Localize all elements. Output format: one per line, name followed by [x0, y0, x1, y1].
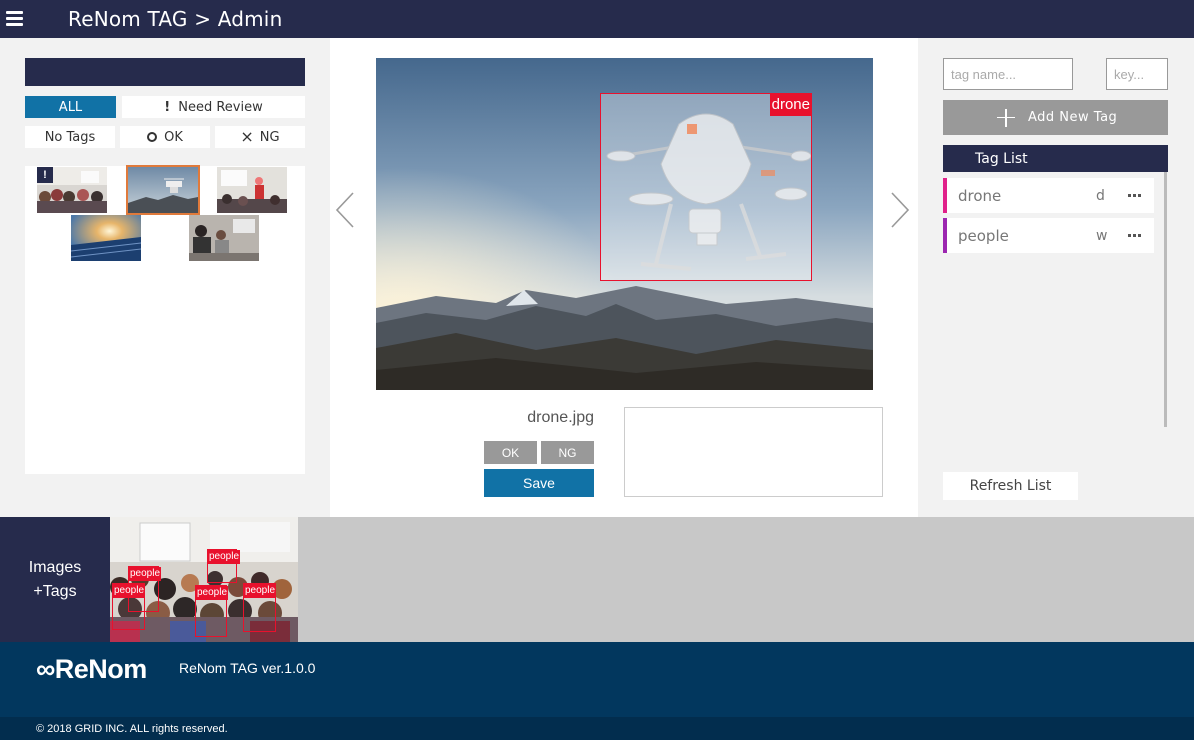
thumbnail-classroom[interactable]: [217, 167, 287, 213]
drone-shape: [606, 113, 811, 271]
filename-label: drone.jpg: [527, 409, 594, 426]
filter-all-button[interactable]: ALL: [25, 96, 116, 118]
tag-item-people[interactable]: people w: [943, 218, 1154, 253]
add-new-tag-button[interactable]: Add New Tag: [943, 100, 1168, 135]
more-options-icon[interactable]: [1128, 194, 1141, 197]
people-bbox[interactable]: people: [243, 583, 277, 632]
filter-ok-button[interactable]: OK: [120, 126, 210, 148]
exclamation-icon: !: [164, 99, 171, 115]
filter-all-label: ALL: [58, 99, 83, 115]
chevron-left-icon[interactable]: [334, 191, 356, 229]
tag-name: people: [958, 226, 1009, 245]
people-bbox[interactable]: people: [195, 585, 229, 637]
chevron-right-icon[interactable]: [889, 191, 911, 229]
bounding-box-drone[interactable]: drone: [600, 93, 812, 281]
thumbnail-drone[interactable]: [126, 165, 200, 215]
tag-color-bar: [943, 218, 947, 253]
people-bbox-label: people: [208, 550, 241, 564]
thumbnail-solar-image: [71, 215, 141, 261]
images-tags-label: Images +Tags: [0, 517, 110, 642]
page-title: ReNom TAG > Admin: [68, 7, 283, 31]
tag-color-bar: [943, 178, 947, 213]
thumbnail-drone-image: [128, 167, 198, 213]
ok-button[interactable]: OK: [484, 441, 537, 464]
needs-review-badge: !: [37, 167, 53, 183]
save-button[interactable]: Save: [484, 469, 594, 497]
thumbnail-solar[interactable]: [71, 215, 141, 261]
people-bbox-label: people: [113, 584, 146, 598]
version-label: ReNom TAG ver.1.0.0: [179, 660, 316, 676]
thumbnail-classroom-image: [217, 167, 287, 213]
renom-logo: ∞ReNom: [36, 654, 147, 684]
add-new-tag-label: Add New Tag: [1028, 110, 1118, 125]
thumbnail-meeting[interactable]: [189, 215, 259, 261]
people-bbox-label: people: [129, 567, 162, 581]
people-bbox[interactable]: people: [207, 549, 241, 583]
filter-ng-label: NG: [259, 129, 280, 145]
app-header: ReNom TAG > Admin: [0, 0, 1194, 38]
images-tags-label-line1: Images: [28, 558, 82, 576]
tag-item-drone[interactable]: drone d: [943, 178, 1154, 213]
filter-ok-label: OK: [164, 129, 183, 145]
people-bbox-label: people: [244, 584, 277, 598]
filter-no-tags-label: No Tags: [44, 129, 96, 145]
comment-textarea[interactable]: [624, 407, 883, 497]
thumbnail-meeting-image: [189, 215, 259, 261]
plus-icon: [997, 108, 1015, 127]
close-icon: ×: [240, 127, 254, 146]
filter-header-bar: [25, 58, 305, 86]
tag-list-scrollbar[interactable]: [1164, 172, 1167, 427]
filter-panel: [25, 58, 305, 86]
tag-key: d: [1096, 187, 1105, 204]
tag-key: w: [1096, 227, 1108, 244]
copyright-text: © 2018 GRID INC. ALL rights reserved.: [0, 717, 1194, 740]
more-options-icon[interactable]: [1128, 234, 1141, 237]
tag-list-header: Tag List: [943, 145, 1168, 172]
hamburger-menu-icon[interactable]: [6, 11, 23, 26]
filter-need-review-label: Need Review: [178, 99, 263, 115]
tag-name-input[interactable]: [943, 58, 1073, 90]
tag-name: drone: [958, 186, 1002, 205]
people-bbox[interactable]: people: [112, 583, 146, 630]
footer: ∞ReNom ReNom TAG ver.1.0.0: [0, 642, 1194, 717]
thumbnail-seminar[interactable]: !: [37, 167, 107, 213]
tag-key-input[interactable]: [1106, 58, 1168, 90]
people-bbox-label: people: [196, 586, 229, 600]
filter-no-tags-button[interactable]: No Tags: [25, 126, 115, 148]
ng-button[interactable]: NG: [541, 441, 594, 464]
filter-ng-button[interactable]: × NG: [215, 126, 305, 148]
filter-need-review-button[interactable]: ! Need Review: [122, 96, 305, 118]
images-tags-label-line2: +Tags: [33, 582, 77, 600]
refresh-list-button[interactable]: Refresh List: [943, 472, 1078, 500]
tagged-image-preview[interactable]: people people people people people: [110, 517, 298, 642]
circle-icon: [147, 132, 158, 142]
